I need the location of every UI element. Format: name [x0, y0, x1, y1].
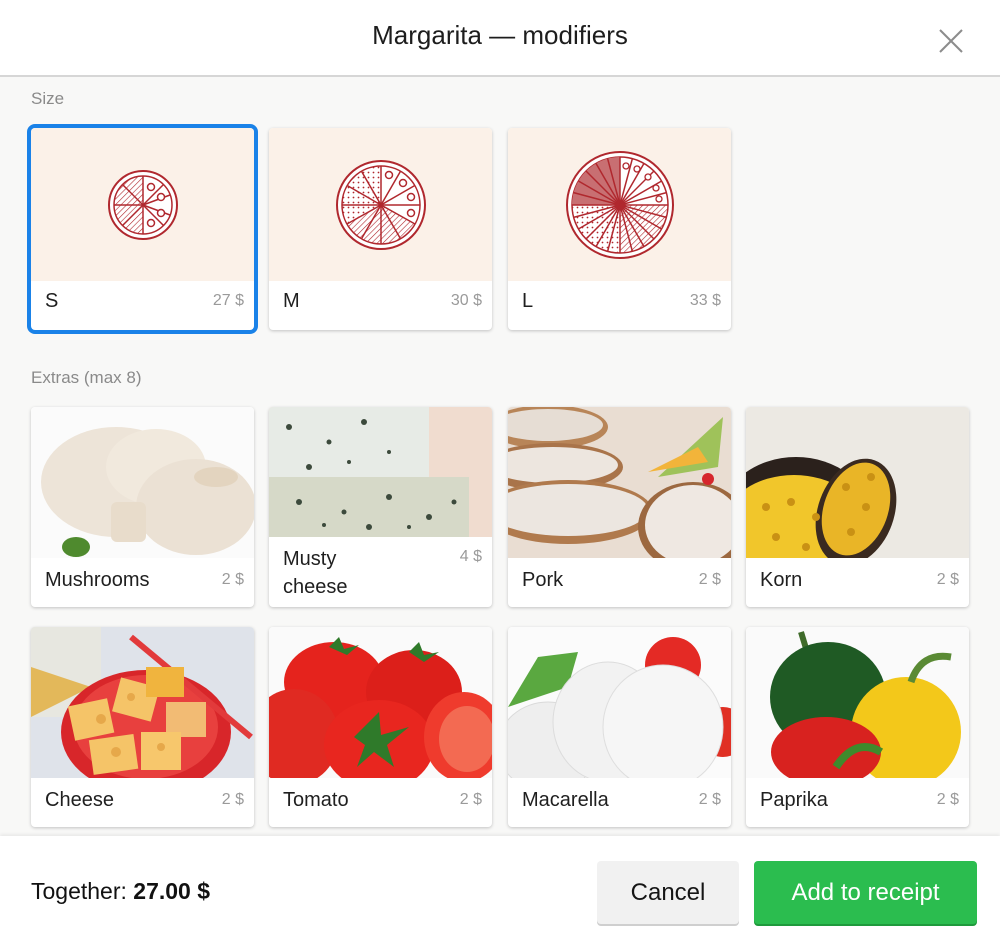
extra-item-price: 2 $: [698, 571, 721, 588]
extras-section-label: Extras (max 8): [31, 368, 142, 387]
pizza-small-icon: [107, 169, 178, 240]
total-label: Together:: [31, 878, 127, 904]
size-option-image: [31, 128, 254, 281]
extra-item-price: 2 $: [936, 571, 959, 588]
extra-item-price: 2 $: [698, 791, 721, 808]
extra-item-price: 2 $: [221, 791, 244, 808]
modifiers-content[interactable]: Size S 27 $ M 30 $ L 33 $ Extras (max 8)…: [0, 79, 1000, 836]
extra-item-price: 4 $: [459, 548, 482, 565]
modal-header: Margarita — modifiers: [0, 0, 1000, 77]
extra-item-korn[interactable]: Korn 2 $: [746, 407, 969, 607]
pizza-large-icon: [565, 150, 674, 259]
extra-item-name: Korn: [760, 569, 803, 591]
mozzarella-image: [508, 627, 731, 778]
extra-item-tomato[interactable]: Tomato 2 $: [269, 627, 492, 827]
size-option-image: [269, 128, 492, 281]
blue-cheese-image: [269, 407, 492, 537]
extra-item-name: Pork: [522, 569, 564, 591]
size-option-name: S: [45, 290, 59, 312]
extra-item-name: Cheese: [45, 789, 114, 811]
cheese-image: [31, 627, 254, 778]
size-option-m[interactable]: M 30 $: [269, 128, 492, 330]
size-option-s[interactable]: S 27 $: [31, 128, 254, 330]
total-value: 27.00 $: [133, 878, 211, 904]
extra-item-price: 2 $: [936, 791, 959, 808]
size-option-l[interactable]: L 33 $: [508, 128, 731, 330]
pizza-medium-icon: [335, 159, 426, 250]
size-option-name: M: [283, 290, 300, 312]
add-to-receipt-button[interactable]: Add to receipt: [754, 861, 977, 924]
size-option-price: 30 $: [450, 292, 482, 309]
cancel-button[interactable]: Cancel: [597, 861, 739, 924]
extra-item-price: 2 $: [221, 571, 244, 588]
extra-item-name: Macarella: [522, 789, 609, 811]
extra-item-name: Musty cheese: [283, 548, 348, 598]
paprika-image: [746, 627, 969, 778]
extra-item-name: Tomato: [283, 789, 349, 811]
tomato-image: [269, 627, 492, 778]
pork-image: [508, 407, 731, 558]
close-button[interactable]: [936, 26, 966, 56]
size-option-image: [508, 128, 731, 281]
size-option-price: 27 $: [212, 292, 244, 309]
extra-item-name: Mushrooms: [45, 569, 150, 591]
modal-footer: Together: 27.00 $ Cancel Add to receipt: [0, 836, 1000, 948]
size-option-price: 33 $: [689, 292, 721, 309]
mushrooms-image: [31, 407, 254, 558]
size-option-name: L: [522, 290, 534, 312]
extra-item-price: 2 $: [459, 791, 482, 808]
close-icon: [939, 29, 963, 53]
extra-item-name: Paprika: [760, 789, 828, 811]
size-section-label: Size: [31, 89, 65, 108]
extra-item-paprika[interactable]: Paprika 2 $: [746, 627, 969, 827]
extra-item-cheese[interactable]: Cheese 2 $: [31, 627, 254, 827]
extra-item-pork[interactable]: Pork 2 $: [508, 407, 731, 607]
extra-item-musty-cheese[interactable]: Musty cheese 4 $: [269, 407, 492, 607]
extra-item-mushrooms[interactable]: Mushrooms 2 $: [31, 407, 254, 607]
corn-image: [746, 407, 969, 558]
order-total: Together: 27.00 $: [31, 878, 210, 905]
modal-title: Margarita — modifiers: [372, 20, 628, 50]
extra-item-macarella[interactable]: Macarella 2 $: [508, 627, 731, 827]
